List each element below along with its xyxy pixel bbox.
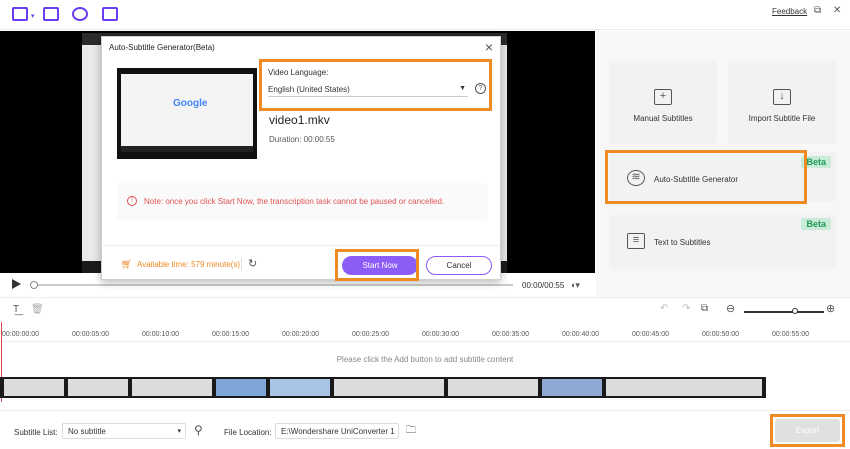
subtitle-list-select[interactable]: No subtitle ▾ [62,423,186,439]
beta-badge: Beta [801,218,831,230]
warning-icon: ! [127,196,137,206]
tick-label: 00:00:30:00 [422,331,459,338]
start-now-highlight [335,249,419,281]
track-frame [542,379,602,396]
bottom-bar: Subtitle List: No subtitle ▾ ⚲ File Loca… [0,410,850,449]
video-track[interactable] [0,377,766,398]
track-frame [132,379,212,396]
zoom-slider[interactable] [744,311,824,313]
add-text-icon[interactable]: T͟ [13,304,19,315]
progress-handle[interactable] [30,281,38,289]
import-icon: ↓ [773,89,791,105]
track-frame [606,379,762,396]
screen-capture-icon[interactable] [102,7,118,21]
video-thumbnail: Google [117,68,257,159]
timecode: 00:00/00:55 [522,281,565,290]
redo-icon[interactable]: ↷ [682,303,690,314]
warning-note: ! Note: once you click Start Now, the tr… [117,183,488,220]
zoom-slider-handle[interactable] [792,308,798,314]
refresh-icon[interactable]: ↻ [248,257,257,270]
play-icon[interactable] [12,279,21,289]
add-file-icon[interactable] [12,7,28,21]
tick-label: 00:00:10:00 [142,331,179,338]
file-location-value: E:\Wondershare UniConverter 1 [281,427,395,436]
top-toolbar: ▾ Feedback ⧉ ✕ [0,0,850,30]
progress-track[interactable] [33,284,513,286]
zoom-out-icon[interactable]: ⊖ [726,302,735,315]
text-to-subtitles-label: Text to Subtitles [654,238,711,247]
dialog-title: Auto-Subtitle Generator(Beta) [109,43,215,52]
video-filename: video1.mkv [269,113,330,127]
auto-subtitle-dialog: Auto-Subtitle Generator(Beta) × Google V… [101,36,501,280]
available-time: Available time: 579 minute(s) [137,260,241,269]
volume-icon[interactable]: ◖▾ [570,280,580,291]
tick-label: 00:00:05:00 [72,331,109,338]
tick-label: 00:00:40:00 [562,331,599,338]
cart-icon[interactable]: 🛒︎ [121,259,132,270]
dialog-footer: 🛒︎ Available time: 579 minute(s) ↻ Start… [102,245,500,281]
zoom-in-icon[interactable]: ⊕ [826,302,835,315]
text-to-subtitles-card[interactable]: ≡ Text to Subtitles Beta [609,215,836,269]
chevron-down-icon[interactable]: ▾ [31,12,35,20]
warning-text: Note: once you click Start Now, the tran… [144,197,445,206]
divider [241,258,242,271]
record-icon[interactable] [72,7,88,21]
import-subtitle-label: Import Subtitle File [748,114,816,123]
undo-icon[interactable]: ↶ [660,303,668,314]
tick-label: 00:00:50:00 [702,331,739,338]
language-highlight [259,59,492,111]
subtitle-list-label: Subtitle List: [14,428,58,437]
subtitle-list-value: No subtitle [68,427,106,436]
add-media-icon[interactable] [43,7,59,21]
timeline-ruler: 00:00:00:00 00:00:05:00 00:00:10:00 00:0… [0,322,850,342]
timeline-toolbar: T͟ 🗑︎ ↶ ↷ ⧉ ⊖ ⊕ [0,297,850,321]
track-frame [270,379,330,396]
track-frame [334,379,444,396]
track-frame [4,379,64,396]
import-subtitle-card[interactable]: ↓ Import Subtitle File [728,61,836,144]
add-subtitle-icon: + [654,89,672,105]
text-subtitle-icon: ≡ [627,233,645,249]
tick-label: 00:00:35:00 [492,331,529,338]
auto-subtitle-highlight [605,150,807,204]
tick-label: 00:00:15:00 [212,331,249,338]
chevron-down-icon: ▾ [177,428,181,435]
cancel-button[interactable]: Cancel [426,256,492,275]
folder-icon[interactable]: 🗀 [406,423,416,440]
search-icon[interactable]: ⚲ [194,423,203,437]
track-frame [68,379,128,396]
file-location-label: File Location: [224,428,272,437]
tick-label: 00:00:45:00 [632,331,669,338]
delete-icon[interactable]: 🗑︎ [31,304,44,315]
track-frame [216,379,266,396]
feedback-link[interactable]: Feedback [772,7,807,16]
video-duration: Duration: 00:00:55 [269,135,335,144]
restore-window-icon[interactable]: ⧉ [814,6,825,16]
tick-label: 00:00:00:00 [2,331,39,338]
thumbnail-taskbar [121,146,253,152]
manual-subtitles-card[interactable]: + Manual Subtitles [609,61,717,144]
track-frame [448,379,538,396]
export-highlight [770,414,845,447]
close-icon[interactable]: × [485,39,493,55]
manual-subtitles-label: Manual Subtitles [633,114,693,123]
split-icon[interactable]: ⧉ [701,303,708,314]
tick-label: 00:00:55:00 [772,331,809,338]
timeline-empty-message: Please click the Add button to add subti… [336,355,514,364]
close-window-icon[interactable]: ✕ [833,6,844,16]
thumbnail-logo: Google [173,98,208,109]
file-location-select[interactable]: E:\Wondershare UniConverter 1 [275,423,399,439]
tick-label: 00:00:20:00 [282,331,319,338]
thumbnail-screen: Google [121,74,253,152]
tick-label: 00:00:25:00 [352,331,389,338]
